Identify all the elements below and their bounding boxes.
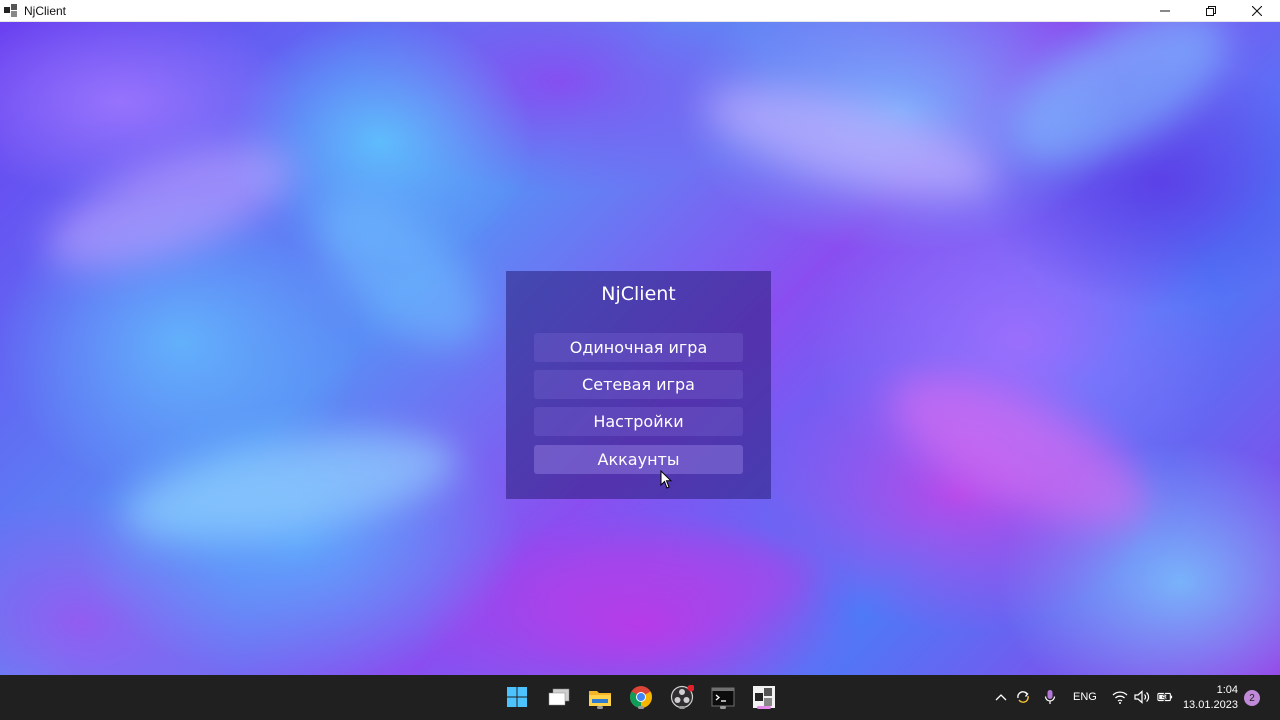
microphone-icon	[1044, 690, 1056, 704]
running-indicator	[638, 706, 644, 709]
battery-charging-icon	[1157, 691, 1173, 703]
running-indicator	[597, 706, 603, 709]
windows-taskbar: ENG 1:04 13.01.2023	[0, 675, 1280, 720]
task-view-icon	[548, 688, 570, 706]
background-swirl	[32, 120, 308, 294]
start-button[interactable]	[503, 683, 531, 711]
accounts-button[interactable]: Аккаунты	[534, 445, 743, 474]
language-indicator[interactable]: ENG	[1073, 691, 1097, 703]
njclient-window: NjClient NjClient Одиночная игра Сетевая…	[0, 0, 1280, 720]
microphone-tray-button[interactable]	[1042, 689, 1058, 705]
clock-time[interactable]: 1:04	[1217, 684, 1238, 696]
wifi-tray-button[interactable]	[1112, 689, 1128, 705]
close-button[interactable]	[1234, 0, 1280, 22]
windows-start-icon	[507, 687, 527, 707]
file-explorer-button[interactable]	[586, 683, 614, 711]
notification-center-badge[interactable]: 2	[1244, 690, 1260, 706]
sync-icon	[1017, 691, 1029, 703]
running-indicator	[679, 706, 685, 709]
njclient-taskbar-button[interactable]	[750, 683, 778, 711]
background-swirl	[694, 64, 1006, 220]
terminal-icon	[711, 687, 735, 707]
background-swirl	[988, 22, 1252, 195]
singleplayer-button[interactable]: Одиночная игра	[534, 333, 743, 362]
mouse-cursor-icon	[660, 470, 672, 489]
multiplayer-button[interactable]: Сетевая игра	[534, 370, 743, 399]
background-swirl	[871, 347, 1169, 557]
task-view-button[interactable]	[545, 683, 573, 711]
speaker-icon	[1134, 690, 1150, 704]
window-title: NjClient	[24, 3, 67, 18]
minimize-button[interactable]	[1142, 0, 1188, 22]
background-swirl	[114, 413, 466, 561]
game-viewport[interactable]: NjClient Одиночная игра Сетевая игра Нас…	[0, 22, 1280, 675]
file-explorer-icon	[589, 691, 611, 706]
show-hidden-icons-button[interactable]	[993, 689, 1009, 705]
sync-tray-button[interactable]	[1015, 689, 1031, 705]
terminal-button[interactable]	[709, 683, 737, 711]
title-bar[interactable]: NjClient	[0, 0, 1280, 22]
window-controls	[1142, 0, 1280, 22]
chrome-button[interactable]	[627, 683, 655, 711]
running-indicator	[720, 706, 726, 709]
restore-icon	[1206, 6, 1216, 16]
clock-date[interactable]: 13.01.2023	[1183, 699, 1238, 711]
volume-tray-button[interactable]	[1134, 689, 1150, 705]
obs-button[interactable]	[668, 683, 696, 711]
active-indicator	[757, 706, 771, 709]
app-icon	[4, 3, 18, 18]
wifi-icon	[1112, 691, 1128, 704]
settings-button[interactable]: Настройки	[534, 407, 743, 436]
close-icon	[1252, 6, 1262, 16]
battery-tray-button[interactable]	[1157, 689, 1173, 705]
restore-button[interactable]	[1188, 0, 1234, 22]
minimize-icon	[1160, 10, 1170, 12]
background-swirl	[291, 169, 509, 375]
menu-title: NjClient	[601, 283, 676, 305]
main-menu-panel: NjClient Одиночная игра Сетевая игра Нас…	[506, 271, 771, 499]
chevron-up-icon	[995, 694, 1007, 701]
background-swirl	[516, 529, 824, 645]
